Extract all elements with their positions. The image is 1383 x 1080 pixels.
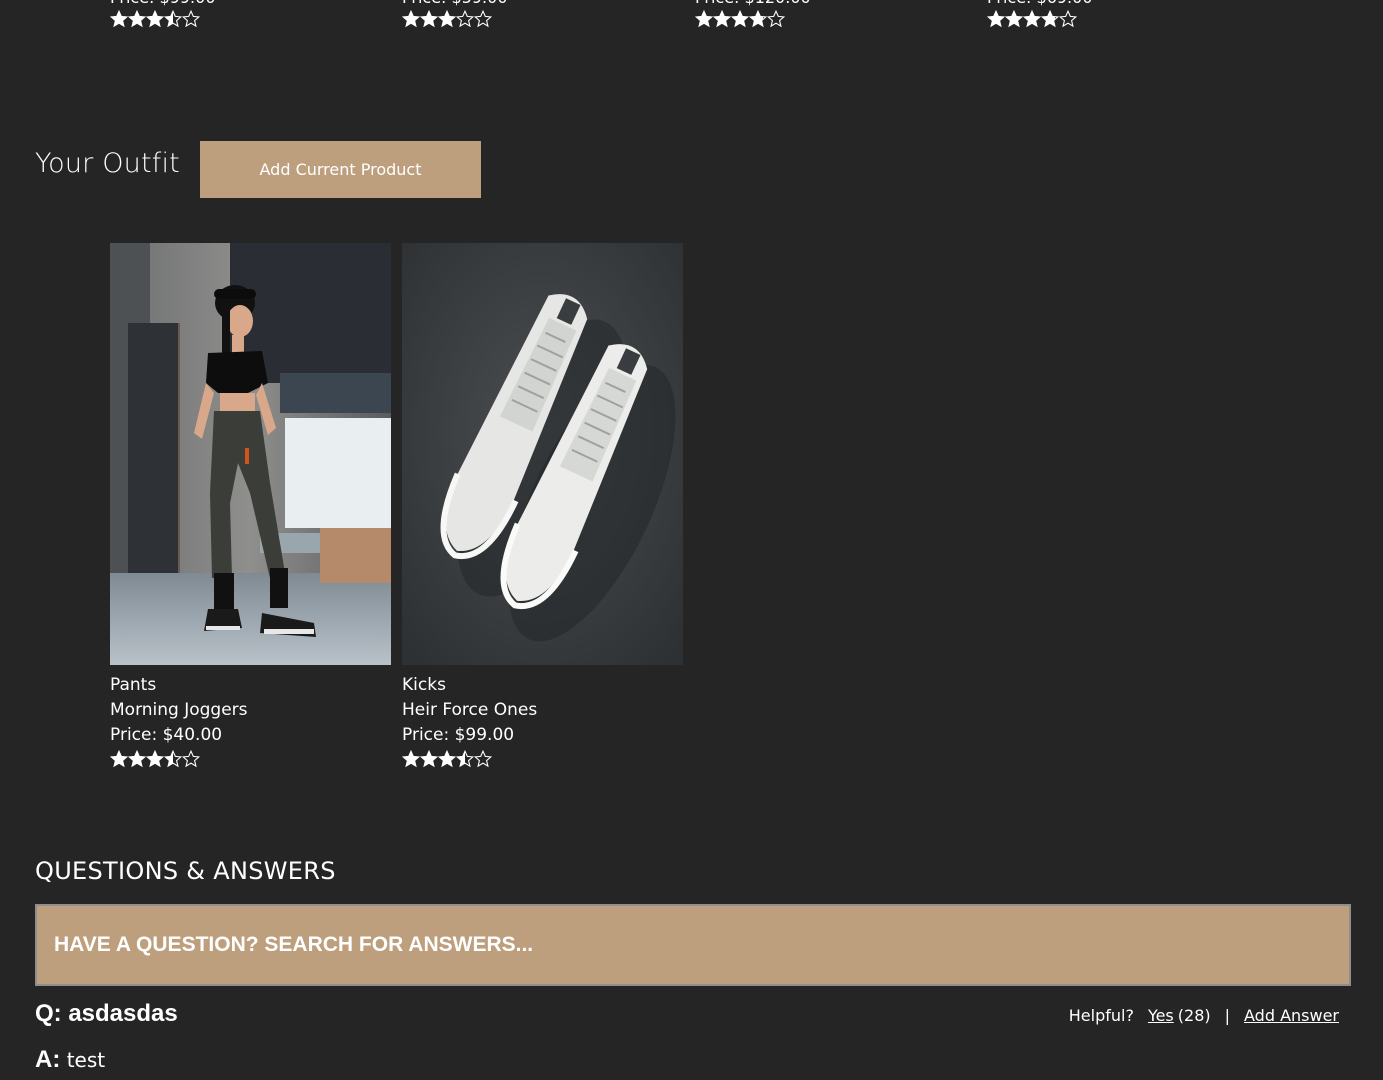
star-icon <box>1041 10 1059 28</box>
product-name: Heir Force Ones <box>402 700 538 720</box>
page: Price: $99.00 Price: $59.00 Price: $120.… <box>0 0 1383 1080</box>
related-products-row: Price: $99.00 Price: $59.00 Price: $120.… <box>0 0 1383 48</box>
helpful-yes-link[interactable]: Yes <box>1148 1006 1174 1025</box>
product-price: Price: $69.00 <box>987 0 1268 8</box>
star-icon <box>695 10 713 28</box>
star-icon <box>128 10 146 28</box>
related-card[interactable]: Price: $99.00 <box>110 0 391 29</box>
answer: A: test <box>35 1046 105 1074</box>
add-current-product-button[interactable]: Add Current Product <box>200 141 481 198</box>
related-card[interactable]: Price: $59.00 <box>402 0 683 29</box>
star-icon <box>164 750 182 768</box>
star-rating <box>402 749 683 769</box>
related-card[interactable]: Price: $69.00 <box>987 0 1268 29</box>
star-icon <box>731 10 749 28</box>
star-icon <box>146 10 164 28</box>
related-card[interactable]: Price: $120.00 <box>695 0 976 29</box>
star-icon <box>164 10 182 28</box>
star-icon <box>182 10 200 28</box>
star-icon <box>420 750 438 768</box>
product-name: Morning Joggers <box>110 700 248 720</box>
star-icon <box>767 10 785 28</box>
star-icon <box>402 10 420 28</box>
star-rating <box>110 9 391 29</box>
star-rating <box>402 9 683 29</box>
outfit-title: Your Outfit <box>35 148 180 179</box>
helpful-controls: Helpful? Yes (28) | Add Answer <box>1069 1006 1339 1025</box>
star-icon <box>146 750 164 768</box>
star-icon <box>474 10 492 28</box>
product-price: Price: $120.00 <box>695 0 976 8</box>
product-image-joggers[interactable] <box>110 243 391 665</box>
separator: | <box>1224 1006 1230 1025</box>
qa-section-title: QUESTIONS & ANSWERS <box>35 857 336 885</box>
star-rating <box>110 749 391 769</box>
star-icon <box>713 10 731 28</box>
star-rating <box>987 9 1268 29</box>
star-icon <box>110 750 128 768</box>
star-icon <box>110 10 128 28</box>
star-rating <box>695 9 976 29</box>
answer-label: A: <box>35 1046 61 1073</box>
helpful-yes-count: (28) <box>1177 1006 1211 1025</box>
product-price: Price: $40.00 <box>110 725 223 745</box>
outfit-card[interactable]: Pants Morning Joggers Price: $40.00 <box>110 243 391 769</box>
product-image-sneakers[interactable] <box>402 243 683 665</box>
star-icon <box>749 10 767 28</box>
product-price: Price: $99.00 <box>402 725 515 745</box>
star-icon <box>420 10 438 28</box>
star-icon <box>438 10 456 28</box>
star-icon <box>182 750 200 768</box>
qa-search-input[interactable] <box>35 904 1351 986</box>
star-icon <box>987 10 1005 28</box>
star-icon <box>1023 10 1041 28</box>
outfit-card[interactable]: Kicks Heir Force Ones Price: $99.00 <box>402 243 683 769</box>
product-price: Price: $59.00 <box>402 0 683 8</box>
answer-text: test <box>66 1048 106 1072</box>
outfit-card-text: Pants Morning Joggers Price: $40.00 <box>110 673 391 769</box>
star-icon <box>128 750 146 768</box>
star-icon <box>402 750 420 768</box>
helpful-label: Helpful? <box>1068 1006 1134 1025</box>
product-category: Pants <box>110 675 157 695</box>
star-icon <box>1059 10 1077 28</box>
product-price: Price: $99.00 <box>110 0 391 8</box>
star-icon <box>456 10 474 28</box>
star-icon <box>456 750 474 768</box>
question-text: Q: asdasdas <box>35 1000 178 1027</box>
product-category: Kicks <box>402 675 446 695</box>
add-answer-link[interactable]: Add Answer <box>1244 1006 1339 1025</box>
star-icon <box>438 750 456 768</box>
outfit-card-text: Kicks Heir Force Ones Price: $99.00 <box>402 673 683 769</box>
star-icon <box>1005 10 1023 28</box>
star-icon <box>474 750 492 768</box>
